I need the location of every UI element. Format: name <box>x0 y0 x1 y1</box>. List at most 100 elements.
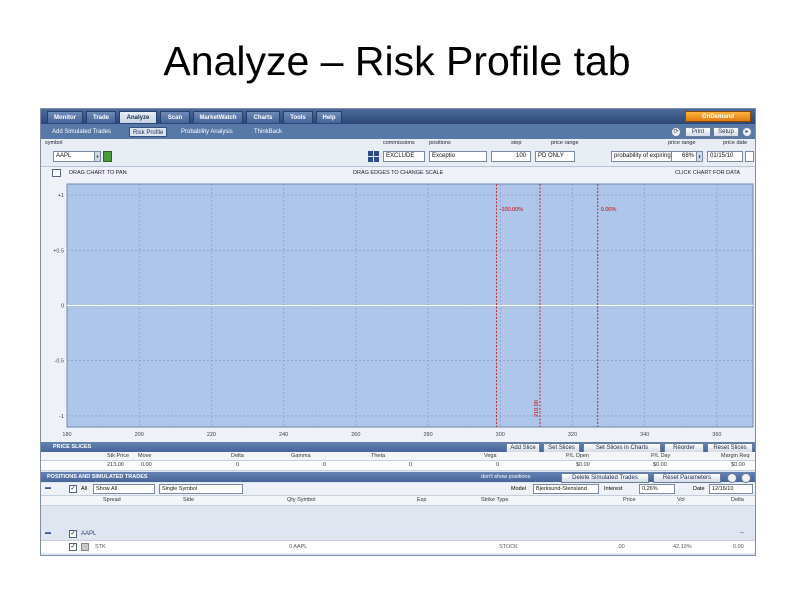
positions-filter-row: ▬ ✓ All Show All Single Symbol Model Bje… <box>41 483 755 496</box>
x-tick-label: 200 <box>135 432 144 438</box>
cell-qty-symbol: 0 AAPL <box>289 544 308 550</box>
cell-gamma: 0 <box>323 462 327 468</box>
positions-menu-icon[interactable] <box>741 473 751 483</box>
marker-label: 0.00% <box>601 207 617 213</box>
tab-help[interactable]: Help <box>316 111 342 123</box>
expand-icon[interactable]: ▸ <box>742 127 752 137</box>
cell-margin-req: $0.00 <box>731 462 745 468</box>
x-tick-label: 320 <box>568 432 577 438</box>
y-tick-label: -0.5 <box>55 359 64 365</box>
tab-analyze[interactable]: Analyze <box>119 111 157 123</box>
step-field[interactable]: 100 <box>491 151 531 162</box>
col-vol: Vol <box>677 497 685 503</box>
cell-pl-open: $0.00 <box>576 462 590 468</box>
step-label: step <box>511 140 522 146</box>
subtab-thinkback[interactable]: ThinkBack <box>251 127 285 137</box>
position-checkbox[interactable]: ✓ <box>69 543 77 551</box>
position-row[interactable]: ✓ STK 0 AAPL STOCK .00 42.13% 0.00 <box>41 541 755 553</box>
risk-profile-params: symbol AAPL ▼ commissions EXCLUDE positi… <box>41 139 755 167</box>
y-tick-label: +1 <box>58 193 64 199</box>
price-range2-label: price range <box>668 140 696 146</box>
risk-profile-chart[interactable]: 180 200 220 240 260 280 300 320 340 360 +1 +0.5 0 -0.… <box>41 180 756 442</box>
positions-columns: Spread Side Qty Symbol Exp Strike Type P… <box>41 496 755 506</box>
tab-marketwatch[interactable]: MarketWatch <box>193 111 243 123</box>
collapse-icon[interactable]: ▬ <box>45 485 51 491</box>
col-delta: Delta <box>231 453 244 459</box>
col-exp: Exp <box>417 497 427 503</box>
price-slice-row[interactable]: 213.00 0.00 0 0 0 0 $0.00 $0.00 $0.00 <box>41 461 755 471</box>
col-price: Price <box>623 497 636 503</box>
y-tick-label: 0 <box>61 304 64 310</box>
col-stk-price: Stk Price <box>107 453 130 459</box>
link-color-icon[interactable] <box>103 151 112 162</box>
position-group-row[interactable]: ▬ ✓ AAPL ⇔ <box>41 528 755 541</box>
probability-field[interactable]: probability of expiring <box>611 151 673 162</box>
price-range2-spinner[interactable]: ⬍ <box>696 152 702 161</box>
col-vega: Vega <box>484 453 497 459</box>
interest-label: Interest <box>604 486 623 492</box>
print-button[interactable]: Print <box>685 127 711 137</box>
y-tick-label: +0.5 <box>53 248 64 254</box>
delete-simulated-trades-button[interactable]: Delete Simulated Trades <box>561 473 649 483</box>
symbol-dropdown-icon[interactable]: ▼ <box>94 152 100 161</box>
slide-title: Analyze – Risk Profile tab <box>163 38 631 84</box>
tab-scan[interactable]: Scan <box>160 111 190 123</box>
cell-move[interactable]: 0.00 <box>141 462 152 468</box>
group-options-icon[interactable]: ⇔ <box>739 530 745 536</box>
subtab-risk-profile[interactable]: Risk Profile <box>129 127 168 137</box>
subtab-add-simulated-trades[interactable]: Add Simulated Trades <box>49 127 114 137</box>
col-delta-pos: Delta <box>731 497 744 503</box>
all-label: All <box>81 486 88 492</box>
symbol-field[interactable]: AAPL ▼ <box>53 151 101 162</box>
col-qty-symbol: Qty Symbol <box>287 497 316 503</box>
chart-icon[interactable] <box>52 169 61 177</box>
subtab-probability-analysis[interactable]: Probability Analysis <box>178 127 236 137</box>
reset-parameters-button[interactable]: Reset Parameters <box>653 473 721 483</box>
x-tick-label: 280 <box>423 432 432 438</box>
click-data-hint: CLICK CHART FOR DATA <box>675 170 740 176</box>
cell-price[interactable]: .00 <box>617 544 625 550</box>
chart-header: DRAG CHART TO PAN DRAG EDGES TO CHANGE S… <box>41 167 755 180</box>
interest-field[interactable]: 0.26% <box>639 484 675 494</box>
ondemand-button[interactable]: OnDemand <box>685 111 751 122</box>
group-collapse-icon[interactable]: ▬ <box>45 530 51 536</box>
print-positions-icon[interactable] <box>727 473 737 483</box>
y-tick-label: -1 <box>59 414 64 420</box>
x-tick-label: 180 <box>62 432 71 438</box>
col-pl-day: P/L Day <box>651 453 671 459</box>
price-slices-columns: Stk Price Move Delta Gamma Theta Vega P/… <box>41 452 755 461</box>
date-label: price date <box>723 140 748 146</box>
grid-icon[interactable] <box>368 151 379 162</box>
price-range-field[interactable]: PD ONLY <box>535 151 575 162</box>
setup-button[interactable]: Setup <box>713 127 739 137</box>
cell-delta: 0 <box>236 462 240 468</box>
group-checkbox[interactable]: ✓ <box>69 530 77 538</box>
col-spread: Spread <box>103 497 121 503</box>
calendar-icon[interactable] <box>745 151 754 162</box>
cell-theta: 0 <box>409 462 413 468</box>
model-select[interactable]: Bjerksund-Stensland <box>533 484 599 494</box>
select-all-checkbox[interactable]: ✓ <box>69 485 77 493</box>
sub-tab-bar: Add Simulated Trades Risk Profile Probab… <box>41 124 755 139</box>
date-filter-field[interactable]: 12/16/10 <box>709 484 753 494</box>
date-field[interactable]: 01/15/10 <box>707 151 743 162</box>
cell-spread: STK <box>95 544 106 550</box>
tab-tools[interactable]: Tools <box>283 111 313 123</box>
main-tab-bar: Monitor Trade Analyze Scan MarketWatch C… <box>41 109 755 124</box>
cell-stk-price[interactable]: 213.00 <box>107 462 124 468</box>
commissions-field[interactable]: EXCLUDE <box>383 151 425 162</box>
cell-vol[interactable]: 42.13% <box>673 544 692 550</box>
col-pl-open: P/L Open <box>566 453 590 459</box>
col-theta: Theta <box>371 453 386 459</box>
tab-trade[interactable]: Trade <box>86 111 116 123</box>
risk-profile-chart-area[interactable]: 180 200 220 240 260 280 300 320 340 360 +1 +0.5 0 -0.… <box>41 180 755 442</box>
tab-monitor[interactable]: Monitor <box>47 111 83 123</box>
price-range2-field[interactable]: 68% ⬍ <box>671 151 703 162</box>
symbol-mode-select[interactable]: Single Symbol <box>159 484 243 494</box>
cell-pl-day: $0.00 <box>653 462 667 468</box>
show-filter-select[interactable]: Show All <box>93 484 155 494</box>
tab-charts[interactable]: Charts <box>246 111 280 123</box>
price-slices-label: PRICE SLICES <box>53 444 92 450</box>
refresh-icon[interactable]: ⟳ <box>671 127 681 137</box>
positions-field[interactable]: Exceptio <box>429 151 487 162</box>
